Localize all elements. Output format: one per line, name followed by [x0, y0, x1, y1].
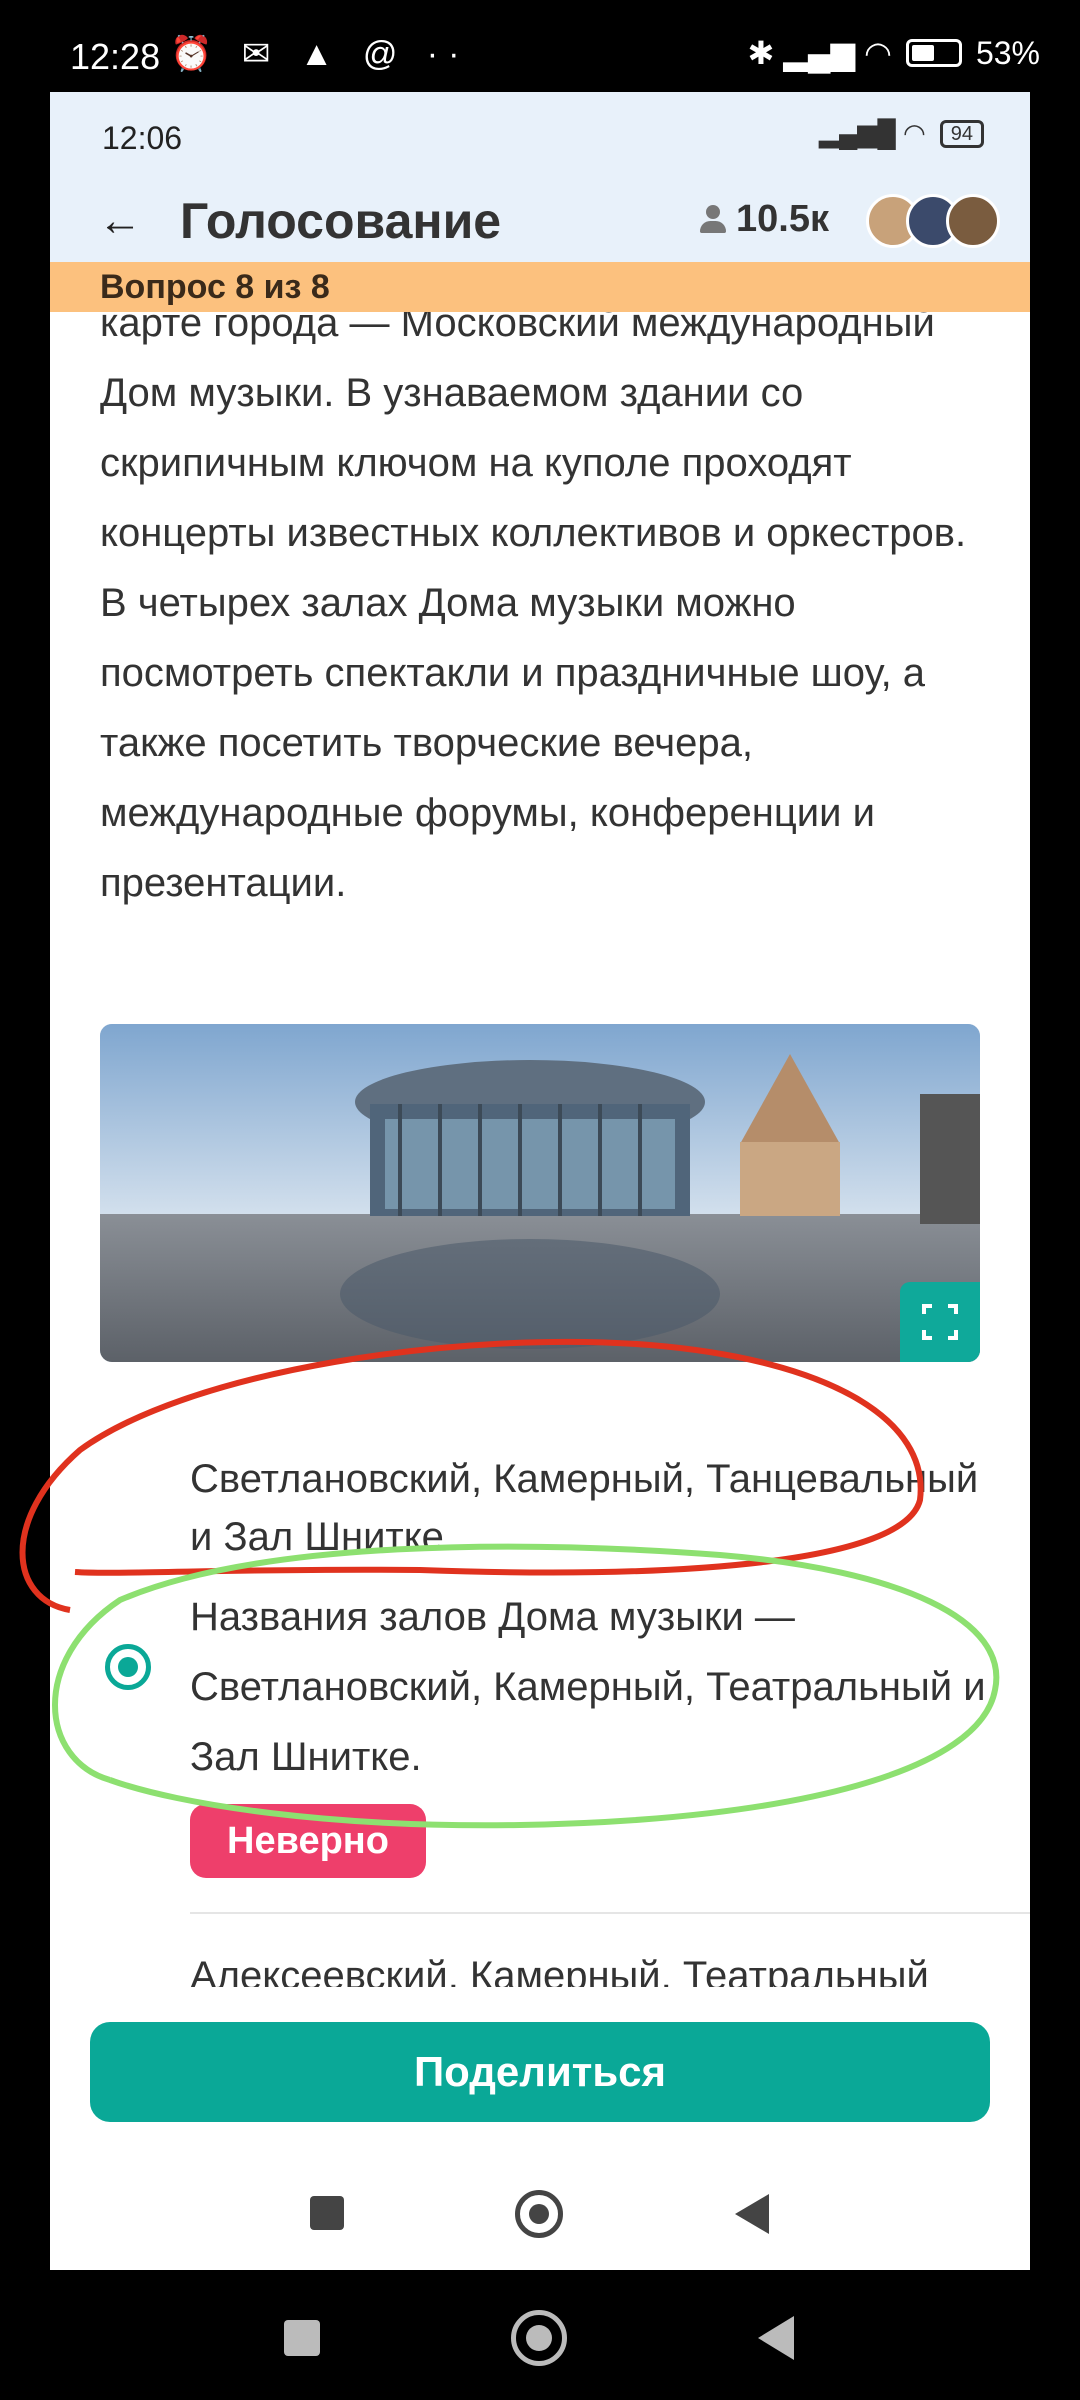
inner-navigation-bar — [50, 2152, 1030, 2270]
participants-count: 10.5к — [736, 198, 829, 240]
back-triangle-icon[interactable] — [758, 2316, 794, 2360]
back-arrow-icon[interactable]: ← — [98, 196, 142, 246]
answer-option-2[interactable]: Названия залов Дома музыки — Светлановск… — [190, 1582, 1010, 1792]
radio-selected-icon[interactable] — [105, 1644, 151, 1690]
building-photo[interactable] — [100, 1024, 980, 1362]
battery-icon — [905, 39, 962, 67]
signal-wifi-icons: ✱ ▂▄▆ ◠ — [747, 35, 892, 71]
outer-clock: 12:28 — [70, 36, 161, 77]
app-header: ← Голосование 10.5к — [50, 182, 1030, 262]
inner-signal-icon: ▂▄▆█ ◠ — [819, 118, 926, 148]
inner-status-bar: 12:06 ▂▄▆█ ◠ 94 — [50, 92, 1030, 182]
recents-icon[interactable] — [310, 2196, 344, 2230]
app-screen: 12:06 ▂▄▆█ ◠ 94 ← Голосование 10.5к карт… — [50, 92, 1030, 2270]
notification-icons: ⏰ ✉ ▲ @ ·· — [170, 35, 470, 73]
outer-status-right: ✱ ▂▄▆ ◠ 53% — [748, 34, 1040, 72]
question-description: карте города — Московский международный … — [100, 301, 967, 905]
page-title: Голосование — [180, 193, 502, 249]
avatar-group[interactable] — [866, 194, 1000, 248]
outer-navigation-bar — [0, 2270, 1080, 2400]
avatar — [946, 194, 1000, 248]
recents-icon[interactable] — [284, 2320, 320, 2356]
divider — [190, 1912, 1030, 1914]
result-badge: Неверно — [190, 1804, 426, 1878]
answer-option-1[interactable]: Светлановский, Камерный, Танцевальный и … — [190, 1450, 1010, 1566]
back-triangle-icon[interactable] — [735, 2194, 769, 2234]
question-progress-label: Вопрос 8 из 8 — [100, 268, 330, 306]
inner-clock: 12:06 — [102, 120, 183, 156]
outer-status-bar: 12:28 ⏰ ✉ ▲ @ ·· ✱ ▂▄▆ ◠ 53% — [0, 0, 1080, 92]
home-icon[interactable] — [511, 2310, 567, 2366]
question-progress-bar: Вопрос 8 из 8 — [50, 262, 1030, 312]
participants-counter: 10.5к — [700, 198, 829, 241]
share-button[interactable]: Поделиться — [90, 2022, 990, 2122]
battery-percent: 53% — [975, 34, 1040, 71]
home-icon[interactable] — [515, 2190, 563, 2238]
expand-icon[interactable] — [900, 1282, 980, 1362]
inner-status-right: ▂▄▆█ ◠ 94 — [819, 118, 984, 149]
person-icon — [700, 204, 726, 235]
answer-option-3[interactable]: Алексеевский, Камерный, Театральный — [190, 1947, 1010, 1987]
inner-battery-icon: 94 — [939, 119, 984, 148]
music-house-image — [100, 1024, 980, 1362]
